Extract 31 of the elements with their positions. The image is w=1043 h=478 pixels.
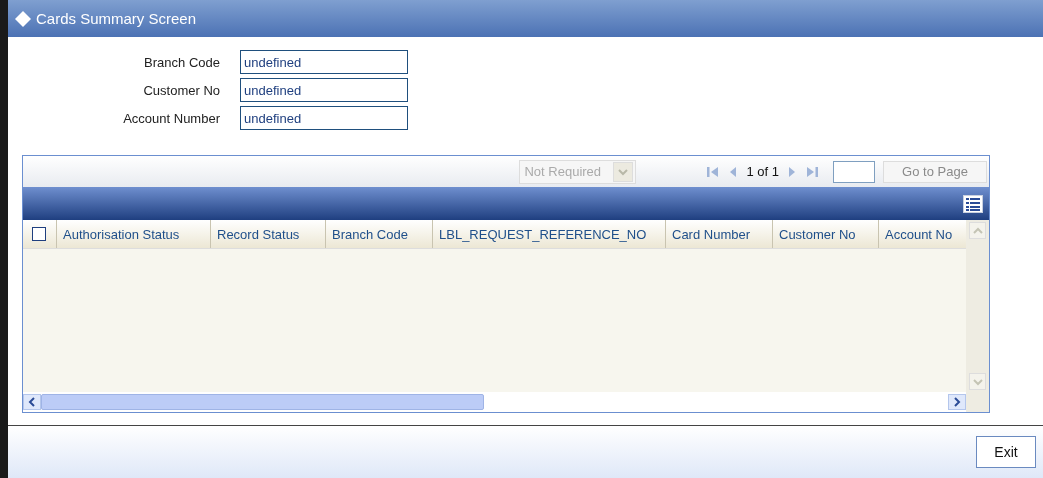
page-indicator: 1 of 1 [746, 164, 779, 179]
column-list-icon[interactable] [963, 194, 983, 213]
exit-button[interactable]: Exit [976, 436, 1036, 468]
field-label: Customer No [142, 82, 220, 98]
field-label: Branch Code [143, 54, 220, 70]
column-header[interactable]: Record Status [211, 220, 326, 248]
diamond-icon [14, 9, 32, 28]
field-label: Account Number [122, 110, 220, 126]
vertical-scrollbar[interactable] [966, 220, 989, 412]
scroll-right-icon[interactable] [948, 394, 966, 410]
scrollbar-thumb[interactable] [41, 394, 484, 410]
column-header[interactable]: Customer No [773, 220, 879, 248]
last-page-icon[interactable] [805, 164, 819, 179]
column-header[interactable]: Card Number [666, 220, 773, 248]
previous-page-icon[interactable] [728, 164, 739, 179]
horizontal-scrollbar[interactable] [23, 392, 966, 412]
page-number-field[interactable] [833, 160, 875, 183]
column-header[interactable]: Authorisation Status [57, 220, 211, 248]
window-title: Cards Summary Screen [36, 10, 197, 27]
first-page-icon[interactable] [706, 164, 721, 179]
column-header[interactable]: Branch Code [326, 220, 433, 248]
select-all-checkbox[interactable] [32, 227, 46, 241]
scroll-left-icon[interactable] [23, 394, 41, 410]
input-field[interactable]: undefined [240, 106, 408, 130]
input-field[interactable]: undefined [240, 78, 408, 102]
column-header[interactable]: Account No [879, 220, 966, 248]
input-field[interactable]: undefined [240, 50, 408, 74]
column-header[interactable]: LBL_REQUEST_REFERENCE_NO [433, 220, 666, 248]
next-page-icon[interactable] [787, 164, 797, 179]
caret-icon [613, 161, 634, 182]
scroll-up-icon[interactable] [969, 222, 986, 239]
